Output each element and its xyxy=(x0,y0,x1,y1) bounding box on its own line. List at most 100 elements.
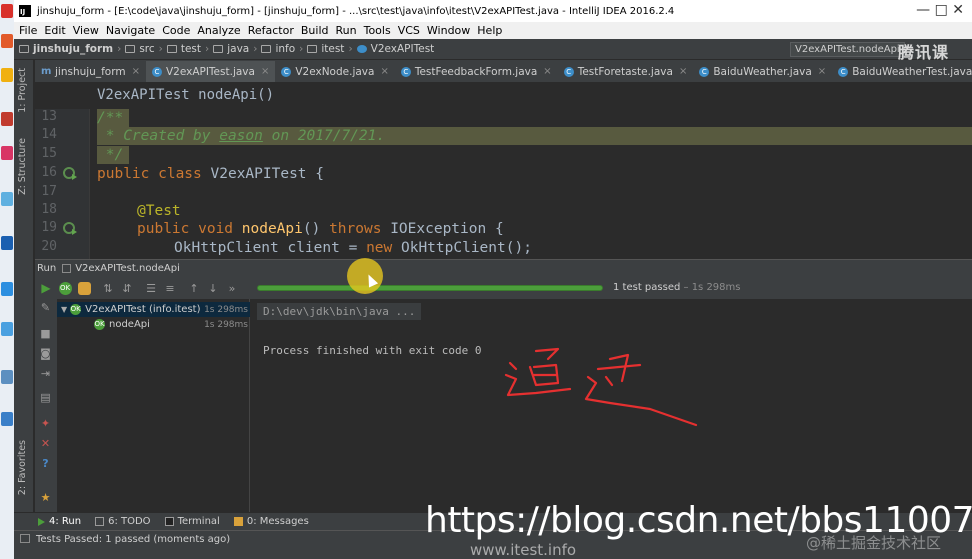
menu-view[interactable]: View xyxy=(73,24,99,37)
menu-vcs[interactable]: VCS xyxy=(398,24,420,37)
structure-tool-tab[interactable]: Z: Structure xyxy=(17,138,28,195)
menu-navigate[interactable]: Navigate xyxy=(106,24,155,37)
close-icon[interactable]: × xyxy=(543,66,551,77)
code-line: public class V2exAPITest { xyxy=(97,165,324,183)
folder-icon xyxy=(125,45,136,53)
sort-duration-icon[interactable]: ⇵ xyxy=(119,280,135,296)
menu-file[interactable]: File xyxy=(19,24,37,37)
comment-text: */ xyxy=(97,147,124,163)
crumb-project[interactable]: jinshuju_form › xyxy=(19,43,121,55)
annotation: @Test xyxy=(137,203,181,219)
code-line: /** xyxy=(97,109,129,127)
more-icon[interactable]: » xyxy=(224,280,240,296)
crumb-src[interactable]: src › xyxy=(125,43,163,55)
run-panel-config[interactable]: V2exAPITest.nodeApi xyxy=(75,263,180,274)
line-number: 16 xyxy=(41,165,57,180)
menu-code[interactable]: Code xyxy=(162,24,190,37)
tab-messages[interactable]: 0: Messages xyxy=(233,516,309,527)
desktop-app-icon[interactable] xyxy=(1,34,13,48)
crumb-test[interactable]: test › xyxy=(166,43,209,55)
menu-build[interactable]: Build xyxy=(301,24,329,37)
close-icon[interactable]: ✕ xyxy=(39,437,52,450)
tab-run[interactable]: 4: Run xyxy=(38,516,81,527)
tab-baiduweather[interactable]: C BaiduWeather.java × xyxy=(693,61,832,82)
show-ignored-icon[interactable] xyxy=(76,280,92,296)
desktop-app-icon[interactable] xyxy=(1,282,13,296)
pin-icon[interactable]: ✎ xyxy=(39,301,52,314)
code-line: */ xyxy=(97,146,129,164)
run-test-method-gutter-icon[interactable] xyxy=(63,222,77,235)
tree-row[interactable]: OK nodeApi 1s 298ms xyxy=(57,317,250,332)
editor-gutter: 13 14 15 16 17 18 19 20 xyxy=(35,109,90,259)
previous-failed-icon[interactable]: ↑ xyxy=(186,280,202,296)
tab-label: BaiduWeatherTest.java xyxy=(852,65,972,78)
crumb-java[interactable]: java › xyxy=(213,43,257,55)
favorites-tool-tab[interactable]: 2: Favorites xyxy=(17,440,28,495)
crumb-class[interactable]: V2exAPITest xyxy=(356,43,435,55)
desktop-app-icon[interactable] xyxy=(1,4,13,18)
watermark-community: @稀土掘金技术社区 xyxy=(806,534,942,552)
tab-testfeedbackform[interactable]: C TestFeedbackForm.java × xyxy=(395,61,558,82)
run-panel-title: Run xyxy=(37,263,57,274)
crumb-label: V2exAPITest xyxy=(370,43,435,55)
help-icon[interactable]: ? xyxy=(39,457,52,470)
menu-help[interactable]: Help xyxy=(477,24,502,37)
expand-all-icon[interactable]: ☰ xyxy=(143,280,159,296)
terminal-icon xyxy=(164,517,174,526)
tab-testforetaste[interactable]: C TestForetaste.java × xyxy=(558,61,694,82)
desktop-app-icon[interactable] xyxy=(1,146,13,160)
tab-baiduweathertest[interactable]: CBaiduWeatherTest.java× xyxy=(832,61,972,82)
console-command-line[interactable]: D:\dev\jdk\bin\java ... xyxy=(257,303,422,320)
tab-todo[interactable]: 6: TODO xyxy=(95,516,151,527)
menu-edit[interactable]: Edit xyxy=(44,24,65,37)
desktop-app-icon[interactable] xyxy=(1,68,13,82)
close-icon[interactable]: × xyxy=(679,66,687,77)
tree-row[interactable]: ▼ OK V2exAPITest (info.itest) 1s 298ms xyxy=(57,302,250,317)
star-icon[interactable]: ★ xyxy=(39,491,52,504)
desktop-app-icon[interactable] xyxy=(1,322,13,336)
test-method-label: nodeApi xyxy=(109,319,150,330)
desktop-app-icon[interactable] xyxy=(1,192,13,206)
desktop-app-icon[interactable] xyxy=(1,236,13,250)
close-icon[interactable]: × xyxy=(818,66,826,77)
collapse-all-icon[interactable]: ≡ xyxy=(162,280,178,296)
close-icon[interactable]: × xyxy=(261,66,269,77)
desktop-app-icon[interactable] xyxy=(1,112,13,126)
menu-tools[interactable]: Tools xyxy=(364,24,391,37)
menu-refactor[interactable]: Refactor xyxy=(248,24,294,37)
close-icon[interactable]: × xyxy=(132,66,140,77)
close-icon[interactable]: × xyxy=(380,66,388,77)
pin-tab-icon[interactable]: ✦ xyxy=(39,417,52,430)
code-editor[interactable]: /** * Created by eason on 2017/7/21. */ … xyxy=(91,109,972,259)
desktop-app-icon[interactable] xyxy=(1,412,13,426)
layout-icon[interactable]: ▤ xyxy=(39,391,52,404)
line-number: 18 xyxy=(41,202,57,217)
camera-icon[interactable]: ◙ xyxy=(39,347,52,360)
next-failed-icon[interactable]: ↓ xyxy=(205,280,221,296)
passed-icon: OK xyxy=(70,304,82,315)
menu-window[interactable]: Window xyxy=(427,24,470,37)
tab-v2exapitest[interactable]: C V2exAPITest.java × xyxy=(145,61,276,82)
menu-analyze[interactable]: Analyze xyxy=(197,24,240,37)
rerun-icon[interactable]: ▶ xyxy=(38,280,54,296)
menu-run[interactable]: Run xyxy=(336,24,357,37)
chevron-down-icon[interactable]: ▼ xyxy=(61,305,67,314)
tab-jinshuju-form[interactable]: m jinshuju_form × xyxy=(35,61,146,82)
status-icon[interactable] xyxy=(20,534,30,543)
tab-terminal[interactable]: Terminal xyxy=(164,516,220,527)
window-controls[interactable]: — □ ✕ xyxy=(916,2,964,18)
desktop-app-icon[interactable] xyxy=(1,370,13,384)
show-passed-icon[interactable]: OK xyxy=(57,280,73,296)
run-icon xyxy=(38,517,45,526)
crumb-info[interactable]: info › xyxy=(261,43,303,55)
crumb-itest[interactable]: itest › xyxy=(307,43,353,55)
run-test-class-gutter-icon[interactable] xyxy=(63,167,77,180)
project-tool-tab[interactable]: 1: Project xyxy=(17,68,28,113)
run-configuration-selector[interactable]: V2exAPITest.nodeApi xyxy=(790,42,905,57)
crumb-label: info xyxy=(275,43,296,55)
import-icon[interactable]: ⇥ xyxy=(39,367,52,380)
tab-v2exnode[interactable]: C V2exNode.java × xyxy=(275,61,394,82)
identifier: V2exAPITest { xyxy=(210,166,325,182)
sort-icon[interactable]: ⇅ xyxy=(100,280,116,296)
stop-icon[interactable]: ■ xyxy=(39,327,52,340)
